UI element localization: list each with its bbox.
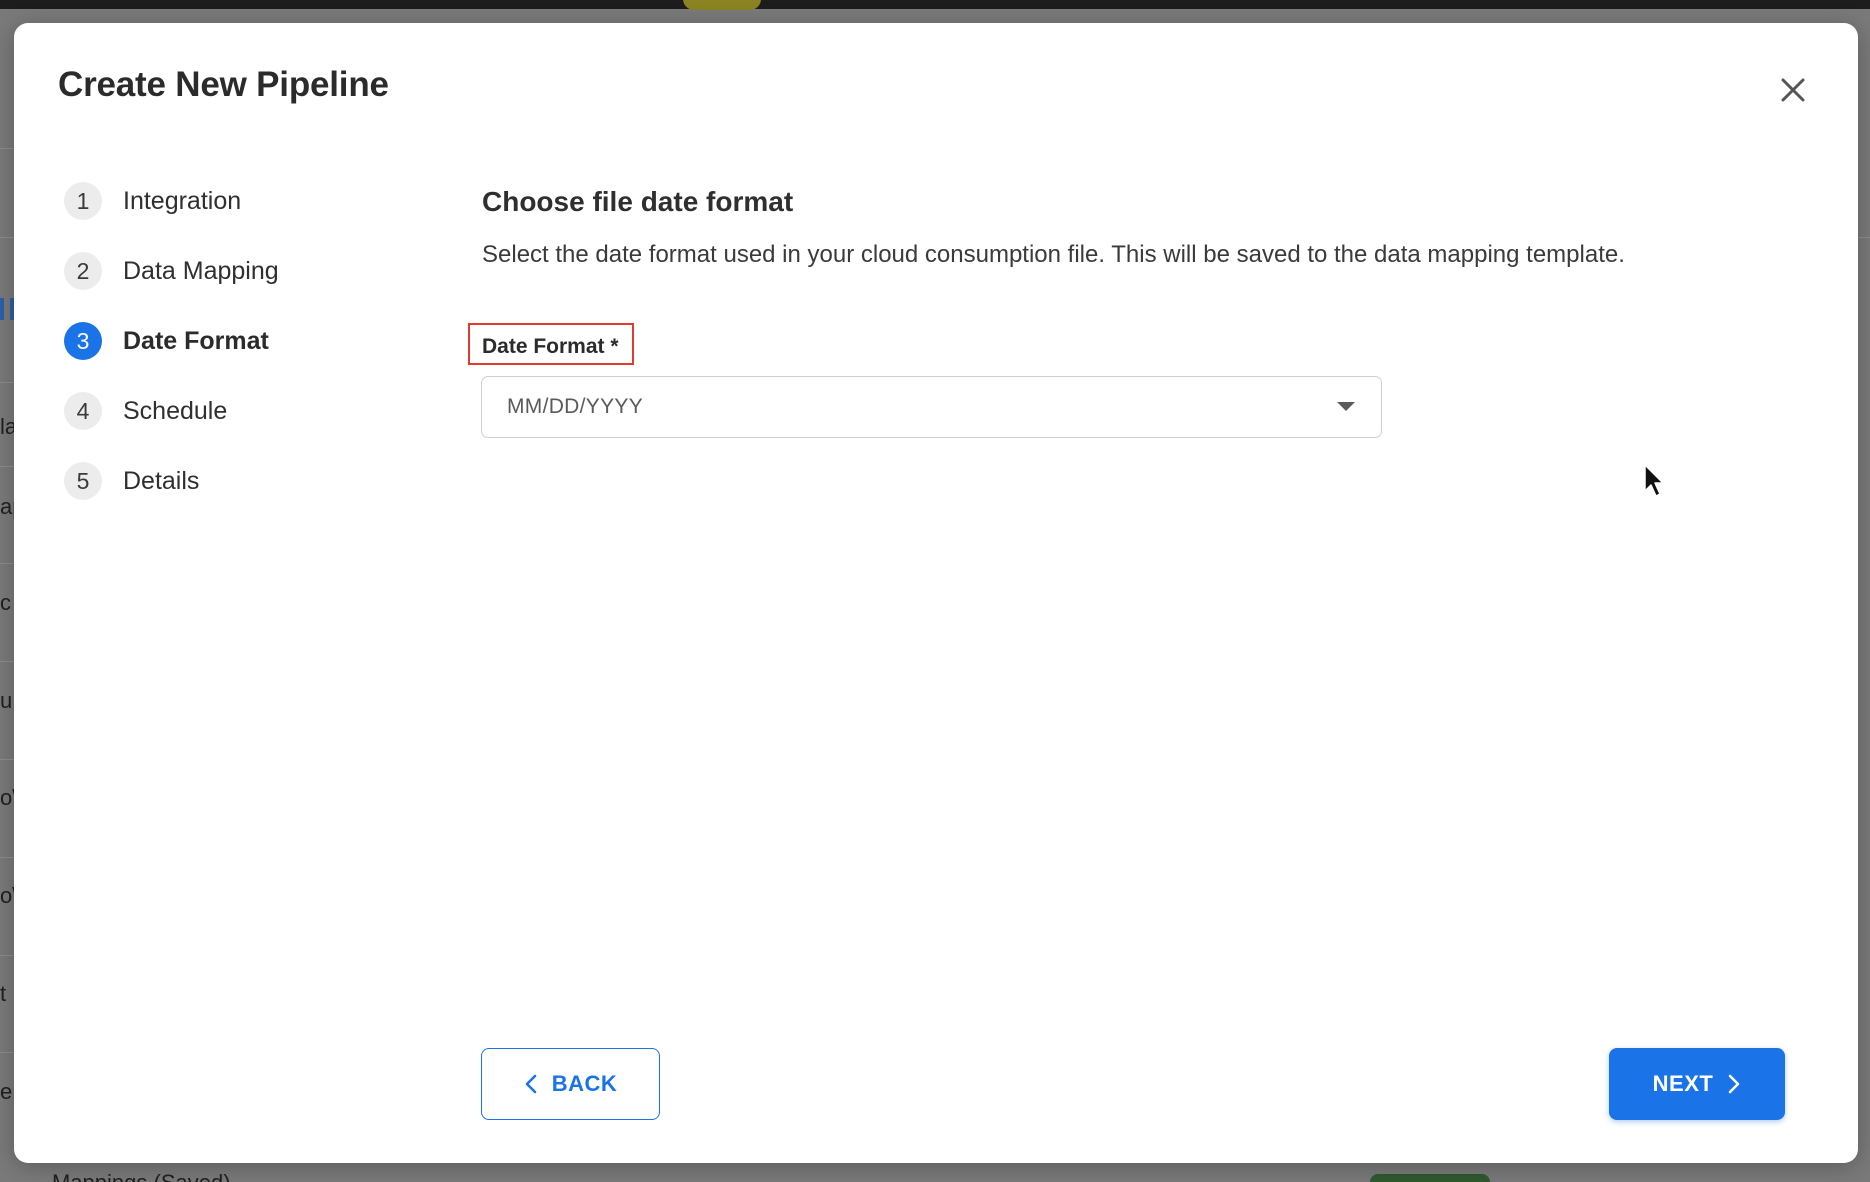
step-number: 3 (64, 322, 102, 360)
step-number: 1 (64, 182, 102, 220)
top-bar (0, 0, 1870, 10)
caret-down-icon (1337, 402, 1355, 411)
backdrop-divider (1856, 237, 1870, 238)
next-button-label: NEXT (1652, 1071, 1714, 1096)
step-schedule[interactable]: 4 Schedule (64, 391, 404, 431)
date-format-label: Date Format * (482, 335, 619, 358)
close-button[interactable] (1773, 70, 1813, 110)
next-button[interactable]: NEXT (1609, 1048, 1785, 1120)
step-label: Integration (123, 186, 242, 215)
step-number: 2 (64, 252, 102, 290)
close-icon (1781, 78, 1805, 102)
backdrop-divider (0, 661, 14, 662)
backdrop-divider (0, 1052, 14, 1053)
step-label: Schedule (123, 396, 228, 425)
backdrop-status-badge (1370, 1174, 1490, 1182)
step-label: Date Format (123, 326, 269, 355)
backdrop-text-fragment: c (0, 590, 11, 615)
create-pipeline-modal: Create New Pipeline 1 Integration 2 Data… (14, 23, 1858, 1163)
step-integration[interactable]: 1 Integration (64, 181, 404, 221)
backdrop-divider (0, 955, 14, 956)
backdrop-divider (0, 759, 14, 760)
step-label: Data Mapping (123, 256, 279, 285)
step-data-mapping[interactable]: 2 Data Mapping (64, 251, 404, 291)
back-button[interactable]: BACK (481, 1048, 660, 1120)
backdrop-divider (0, 148, 14, 149)
mouse-cursor-icon (1644, 464, 1664, 497)
section-description: Select the date format used in your clou… (482, 241, 1625, 268)
backdrop-text-fragment: e (0, 1079, 13, 1104)
back-button-label: BACK (551, 1071, 618, 1096)
backdrop-blue-mark (0, 298, 4, 320)
section-title: Choose file date format (482, 186, 794, 217)
step-number: 5 (64, 462, 102, 500)
backdrop-text-fragment: t (0, 981, 7, 1006)
step-details[interactable]: 5 Details (64, 461, 404, 501)
modal-title: Create New Pipeline (58, 65, 389, 104)
step-label: Details (123, 466, 200, 495)
backdrop-divider (0, 237, 14, 238)
chevron-left-icon (524, 1073, 538, 1095)
date-format-value: MM/DD/YYYY (507, 395, 644, 418)
top-bar-pill (683, 0, 761, 10)
backdrop-divider (0, 466, 14, 467)
chevron-right-icon (1727, 1073, 1741, 1095)
date-format-select[interactable]: MM/DD/YYYY (481, 376, 1382, 438)
backdrop-divider (0, 857, 14, 858)
step-number: 4 (64, 392, 102, 430)
backdrop-divider (0, 563, 14, 564)
backdrop-text-fragment: u (0, 688, 13, 713)
backdrop-divider (0, 382, 14, 383)
step-date-format[interactable]: 3 Date Format (64, 321, 404, 361)
backdrop-bottom-text: Mappings (Saved) (52, 1170, 231, 1182)
